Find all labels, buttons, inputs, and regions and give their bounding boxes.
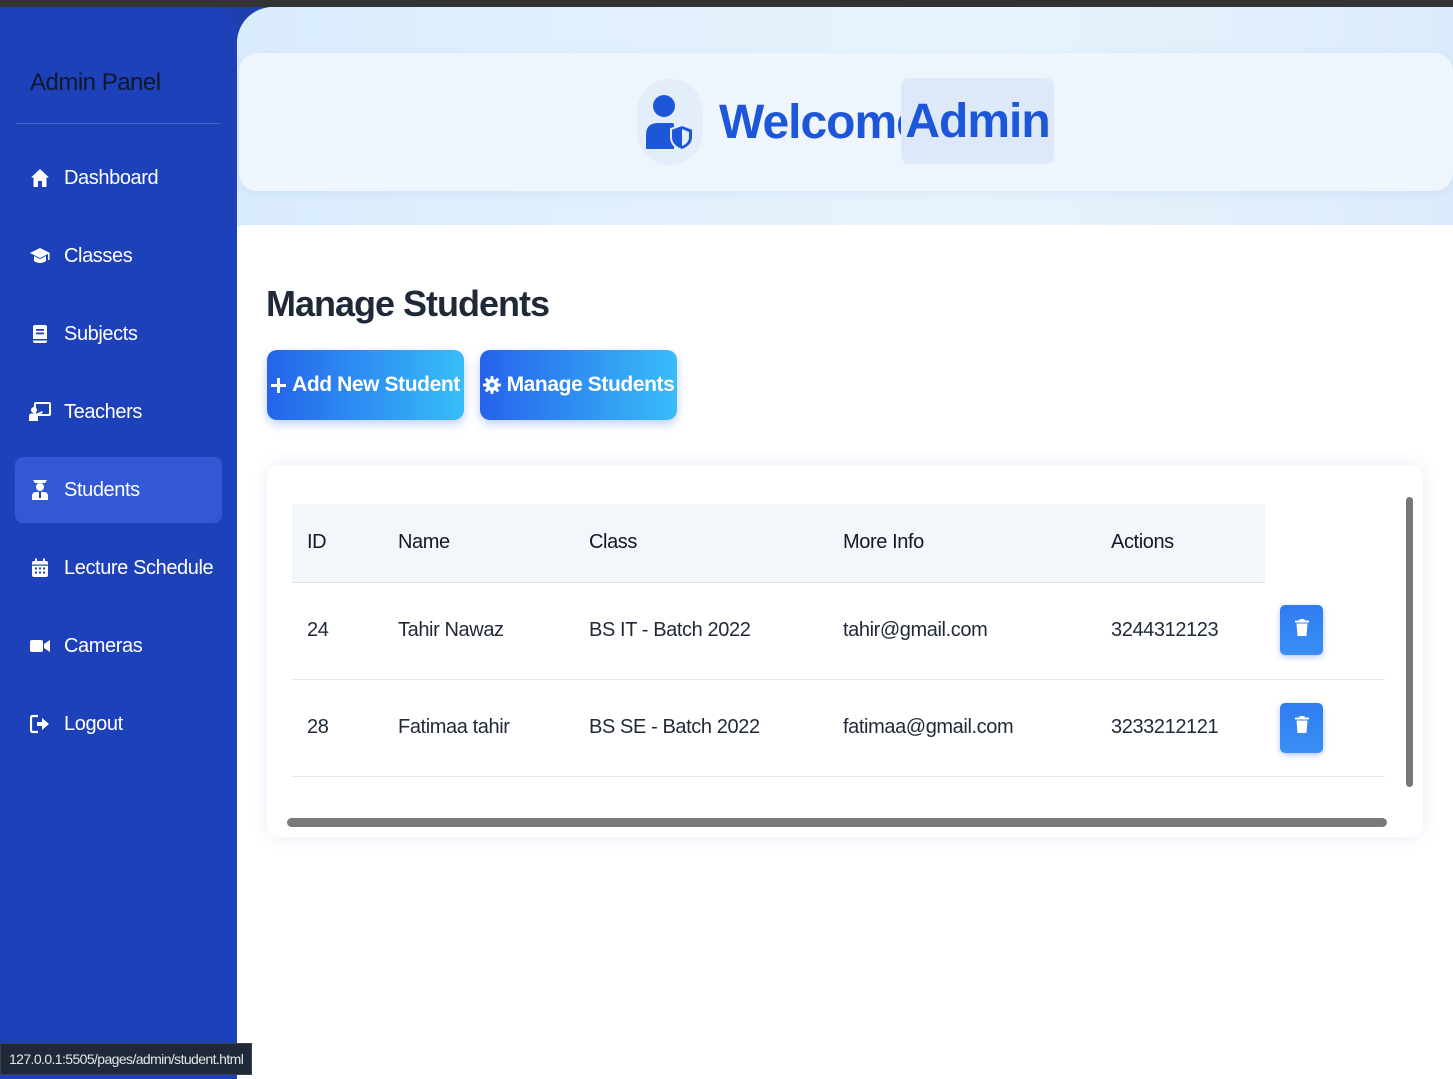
graduation-cap-icon xyxy=(29,245,51,267)
cell-id: 24 xyxy=(292,582,383,680)
sidebar-item-students[interactable]: Students xyxy=(15,457,222,523)
chalkboard-teacher-icon xyxy=(29,401,51,423)
user-graduate-icon xyxy=(29,479,51,501)
sidebar-item-cameras[interactable]: Cameras xyxy=(15,613,222,679)
sidebar-title: Admin Panel xyxy=(30,69,161,96)
cell-class: BS SE - Batch 2022 xyxy=(574,679,828,777)
sidebar-item-label: Lecture Schedule xyxy=(64,556,214,579)
trash-icon xyxy=(1294,716,1309,739)
user-shield-icon xyxy=(637,79,703,165)
sidebar-item-label: Subjects xyxy=(64,322,138,345)
sidebar-item-label: Cameras xyxy=(64,634,143,657)
column-header-id: ID xyxy=(292,504,383,583)
column-header-more-info: More Info xyxy=(828,504,1096,583)
cell-name: Tahir Nawaz xyxy=(383,582,574,680)
page-title: Manage Students xyxy=(266,283,550,324)
add-new-student-button[interactable]: Add New Student xyxy=(267,350,464,420)
column-header-blank xyxy=(1265,504,1385,582)
cell-actions: 3233212121 xyxy=(1096,679,1265,777)
column-header-actions: Actions xyxy=(1096,504,1265,583)
manage-students-button[interactable]: Manage Students xyxy=(480,350,677,420)
table-header-row: ID Name Class More Info Actions xyxy=(292,504,1385,583)
cell-delete xyxy=(1265,582,1385,680)
sidebar-item-label: Logout xyxy=(64,712,123,735)
sidebar-item-dashboard[interactable]: Dashboard xyxy=(15,145,222,211)
table-row: 28 Fatimaa tahir BS SE - Batch 2022 fati… xyxy=(292,679,1385,777)
sidebar-item-classes[interactable]: Classes xyxy=(15,223,222,289)
cell-class: BS IT - Batch 2022 xyxy=(574,582,828,680)
cell-more-info: tahir@gmail.com xyxy=(828,582,1096,680)
sidebar-divider xyxy=(16,123,221,124)
students-table-card: ID Name Class More Info Actions 24 Tahir… xyxy=(267,465,1423,837)
column-header-name: Name xyxy=(383,504,574,583)
sidebar-item-label: Dashboard xyxy=(64,166,159,189)
trash-icon xyxy=(1294,618,1309,642)
delete-button[interactable] xyxy=(1280,702,1323,753)
status-bar-url: 127.0.0.1:5505/pages/admin/student.html xyxy=(0,1043,253,1075)
cell-id: 28 xyxy=(292,679,383,777)
students-table: ID Name Class More Info Actions 24 Tahir… xyxy=(292,504,1385,777)
welcome-username: Admin xyxy=(901,78,1054,164)
browser-top-strip xyxy=(0,0,1453,7)
cell-delete xyxy=(1265,679,1385,777)
calendar-icon xyxy=(29,557,51,579)
header-background: Welcome, Admin xyxy=(237,7,1453,227)
main-area: Welcome, Admin Manage Students Add New S… xyxy=(237,7,1453,1079)
manage-students-label: Manage Students xyxy=(506,373,675,396)
column-header-class: Class xyxy=(574,504,828,583)
sidebar-item-subjects[interactable]: Subjects xyxy=(15,301,222,367)
sidebar-item-teachers[interactable]: Teachers xyxy=(15,379,222,445)
horizontal-scroll-thumb[interactable] xyxy=(287,818,1387,827)
content-panel: Manage Students Add New Student Manage S… xyxy=(237,225,1453,1079)
welcome-card: Welcome, Admin xyxy=(239,53,1453,191)
plus-icon xyxy=(271,377,287,393)
gear-icon xyxy=(482,376,501,394)
delete-button[interactable] xyxy=(1280,605,1323,656)
sidebar-item-lecture-schedule[interactable]: Lecture Schedule xyxy=(15,535,222,601)
sidebar: Admin Panel Dashboard Classes Subjects T… xyxy=(0,7,237,1079)
cell-more-info: fatimaa@gmail.com xyxy=(828,679,1096,777)
horizontal-scrollbar[interactable] xyxy=(273,815,1399,829)
sidebar-item-label: Students xyxy=(64,478,140,501)
sidebar-item-label: Classes xyxy=(64,244,133,267)
book-icon xyxy=(29,323,51,345)
vertical-scroll-thumb[interactable] xyxy=(1406,497,1413,787)
sign-out-icon xyxy=(29,713,51,735)
home-icon xyxy=(29,167,51,189)
video-camera-icon xyxy=(29,635,51,657)
vertical-scrollbar[interactable] xyxy=(1403,477,1415,812)
cell-actions: 3244312123 xyxy=(1096,582,1265,680)
add-new-student-label: Add New Student xyxy=(292,373,460,396)
sidebar-item-label: Teachers xyxy=(64,400,142,423)
cell-name: Fatimaa tahir xyxy=(383,679,574,777)
sidebar-nav: Dashboard Classes Subjects Teachers Stud… xyxy=(15,145,222,769)
table-row: 24 Tahir Nawaz BS IT - Batch 2022 tahir@… xyxy=(292,582,1385,680)
sidebar-item-logout[interactable]: Logout xyxy=(15,691,222,757)
